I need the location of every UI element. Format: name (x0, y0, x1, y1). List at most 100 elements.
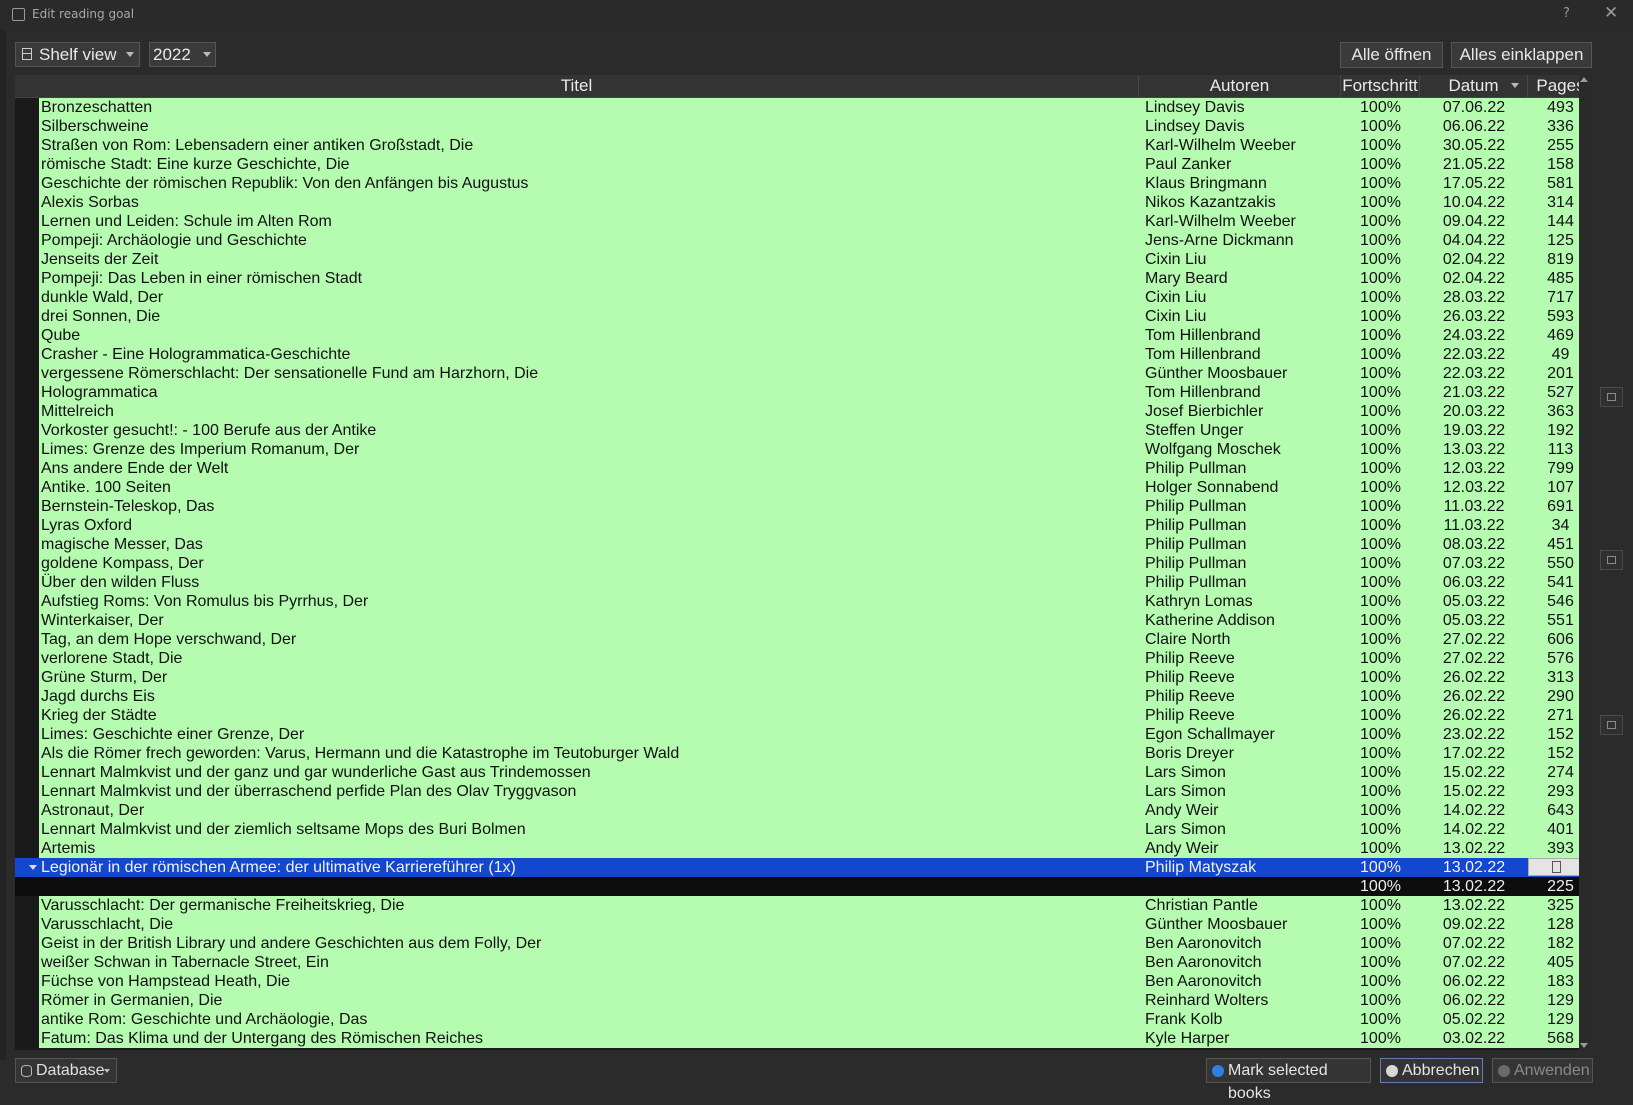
view-mode-select[interactable]: Shelf view (15, 42, 140, 67)
database-button[interactable]: Database (15, 1058, 117, 1083)
table-row[interactable]: Astronaut, Der Andy Weir 100% 14.02.22 643 (15, 801, 1579, 820)
help-button[interactable]: ? (1563, 6, 1570, 21)
table-row[interactable]: drei Sonnen, Die Cixin Liu 100% 26.03.22 593 (15, 307, 1579, 326)
table-row[interactable]: Varusschlacht: Der germanische Freiheits… (15, 896, 1579, 915)
year-select[interactable]: 2022 (149, 42, 216, 67)
table-row[interactable]: römische Stadt: Eine kurze Geschichte, D… (15, 155, 1579, 174)
column-header-pages[interactable]: Pages (1528, 75, 1579, 97)
table-row[interactable]: Fatum: Das Klima und der Untergang des R… (15, 1029, 1579, 1048)
cell-author: Philip Pullman (1139, 573, 1341, 592)
scroll-down-arrow-icon[interactable] (1580, 1043, 1588, 1048)
cell-date: 13.02.22 (1420, 839, 1528, 858)
table-row[interactable]: Winterkaiser, Der Katherine Addison 100% 05… (15, 611, 1579, 630)
cell-author: Kyle Harper (1139, 1029, 1341, 1048)
cancel-button[interactable]: Abbrechen (1380, 1058, 1483, 1083)
table-row[interactable]: weißer Schwan in Tabernacle Street, Ein B… (15, 953, 1579, 972)
table-row[interactable]: Qube Tom Hillenbrand 100% 24.03.22 469 (15, 326, 1579, 345)
table-row[interactable]: Legionär in der römischen Armee: der ult… (15, 858, 1579, 877)
table-row[interactable]: Geschichte der römischen Republik: Von d… (15, 174, 1579, 193)
table-row[interactable]: Lernen und Leiden: Schule im Alten Rom Ka… (15, 212, 1579, 231)
table-row[interactable]: Straßen von Rom: Lebensadern einer antik… (15, 136, 1579, 155)
table-row[interactable]: antike Rom: Geschichte und Archäologie, … (15, 1010, 1579, 1029)
table-row[interactable]: Lennart Malmkvist und der überraschend p… (15, 782, 1579, 801)
cell-author: Philip Pullman (1139, 516, 1341, 535)
table-row[interactable]: goldene Kompass, Der Philip Pullman 100% 07… (15, 554, 1579, 573)
table-row[interactable]: magische Messer, Das Philip Pullman 100% 08… (15, 535, 1579, 554)
cell-progress: 100% (1341, 193, 1420, 212)
apply-label: Anwenden (1514, 1062, 1590, 1079)
side-link-button[interactable] (1600, 387, 1623, 407)
column-header-progress[interactable]: Fortschritt (1341, 75, 1420, 97)
table-row[interactable]: Jagd durchs Eis Philip Reeve 100% 26.02.22 2… (15, 687, 1579, 706)
table-row[interactable]: Ans andere Ende der Welt Philip Pullman 10… (15, 459, 1579, 478)
cell-title: Vorkoster gesucht!: - 100 Berufe aus der… (39, 421, 1139, 440)
table-row[interactable]: Über den wilden Fluss Philip Pullman 100% 0… (15, 573, 1579, 592)
table-row[interactable]: Hologrammatica Tom Hillenbrand 100% 21.03.2… (15, 383, 1579, 402)
cell-progress: 100% (1341, 668, 1420, 687)
title-bar: Edit reading goal ? ✕ (0, 0, 1633, 30)
cell-date: 22.03.22 (1420, 364, 1528, 383)
table-child-row[interactable]: 100% 13.02.22 225 (15, 877, 1579, 896)
cell-title: Winterkaiser, Der (39, 611, 1139, 630)
collapse-all-button[interactable]: Alles einklappen (1451, 42, 1592, 68)
cell-progress: 100% (1341, 155, 1420, 174)
table-row[interactable]: vergessene Römerschlacht: Der sensatione… (15, 364, 1579, 383)
table-row[interactable]: Limes: Geschichte einer Grenze, Der Egon … (15, 725, 1579, 744)
expand-chevron-icon[interactable] (29, 865, 37, 870)
table-row[interactable]: Als die Römer frech geworden: Varus, Her… (15, 744, 1579, 763)
table-row[interactable]: Tag, an dem Hope verschwand, Der Claire N… (15, 630, 1579, 649)
table-row[interactable]: Bernstein-Teleskop, Das Philip Pullman 100… (15, 497, 1579, 516)
mark-selected-books-button[interactable]: Mark selected books (1206, 1058, 1371, 1102)
table-row[interactable]: Vorkoster gesucht!: - 100 Berufe aus der… (15, 421, 1579, 440)
table-row[interactable]: Antike. 100 Seiten Holger Sonnabend 100% 12… (15, 478, 1579, 497)
table-row[interactable]: Pompeji: Archäologie und Geschichte Jens-… (15, 231, 1579, 250)
page-details-button[interactable] (1528, 858, 1579, 876)
table-row[interactable]: Mittelreich Josef Bierbichler 100% 20.03.22… (15, 402, 1579, 421)
cell-date: 11.03.22 (1420, 516, 1528, 535)
table-row[interactable]: Crasher - Eine Hologrammatica-Geschichte… (15, 345, 1579, 364)
table-row[interactable]: Alexis Sorbas Nikos Kazantzakis 100% 10.04.… (15, 193, 1579, 212)
table-row[interactable]: Silberschweine Lindsey Davis 100% 06.06.22 3… (15, 117, 1579, 136)
table-row[interactable]: Bronzeschatten Lindsey Davis 100% 07.06.22 4… (15, 98, 1579, 117)
cell-author: Ben Aaronovitch (1139, 972, 1341, 991)
cell-pages: 485 (1528, 269, 1579, 288)
table-row[interactable]: dunkle Wald, Der Cixin Liu 100% 28.03.22 717 (15, 288, 1579, 307)
cell-date: 19.03.22 (1420, 421, 1528, 440)
table-row[interactable]: Grüne Sturm, Der Philip Reeve 100% 26.02.22… (15, 668, 1579, 687)
table-row[interactable]: Pompeji: Das Leben in einer römischen St… (15, 269, 1579, 288)
table-row[interactable]: Varusschlacht, Die Günther Moosbauer 100% 0… (15, 915, 1579, 934)
cell-date: 26.02.22 (1420, 687, 1528, 706)
table-row[interactable]: Artemis Andy Weir 100% 13.02.22 393 (15, 839, 1579, 858)
cell-progress: 100% (1341, 630, 1420, 649)
column-header-date[interactable]: Datum (1420, 75, 1528, 97)
apply-button[interactable]: Anwenden (1492, 1058, 1593, 1083)
table-row[interactable]: Römer in Germanien, Die Reinhard Wolters 1… (15, 991, 1579, 1010)
cell-author: Wolfgang Moschek (1139, 440, 1341, 459)
cell-date: 11.03.22 (1420, 497, 1528, 516)
link-icon (1607, 393, 1616, 401)
scroll-up-arrow-icon[interactable] (1580, 77, 1588, 82)
cell-date: 12.03.22 (1420, 478, 1528, 497)
table-row[interactable]: Aufstieg Roms: Von Romulus bis Pyrrhus, … (15, 592, 1579, 611)
close-button[interactable]: ✕ (1604, 3, 1618, 23)
cell-author: Cixin Liu (1139, 250, 1341, 269)
cell-progress: 100% (1341, 459, 1420, 478)
cell-title: Hologrammatica (39, 383, 1139, 402)
column-header-title[interactable]: Titel (15, 75, 1139, 97)
open-all-button[interactable]: Alle öffnen (1340, 42, 1443, 68)
table-row[interactable]: Krieg der Städte Philip Reeve 100% 26.02.22… (15, 706, 1579, 725)
table-row[interactable]: Lennart Malmkvist und der ziemlich selts… (15, 820, 1579, 839)
table-row[interactable]: Füchse von Hampstead Heath, Die Ben Aaron… (15, 972, 1579, 991)
column-header-authors[interactable]: Autoren (1139, 75, 1341, 97)
table-row[interactable]: Limes: Grenze des Imperium Romanum, Der W… (15, 440, 1579, 459)
table-row[interactable]: verlorene Stadt, Die Philip Reeve 100% 27.0… (15, 649, 1579, 668)
vertical-scrollbar[interactable] (1580, 75, 1588, 1050)
table-row[interactable]: Lyras Oxford Philip Pullman 100% 11.03.22 34 (15, 516, 1579, 535)
table-row[interactable]: Geist in der British Library und andere … (15, 934, 1579, 953)
table-row[interactable]: Jenseits der Zeit Cixin Liu 100% 02.04.22 81… (15, 250, 1579, 269)
cell-pages: 527 (1528, 383, 1579, 402)
cell-progress: 100% (1341, 478, 1420, 497)
table-row[interactable]: Lennart Malmkvist und der ganz und gar w… (15, 763, 1579, 782)
side-sort-button[interactable] (1600, 715, 1623, 735)
side-calendar-button[interactable] (1600, 550, 1623, 570)
